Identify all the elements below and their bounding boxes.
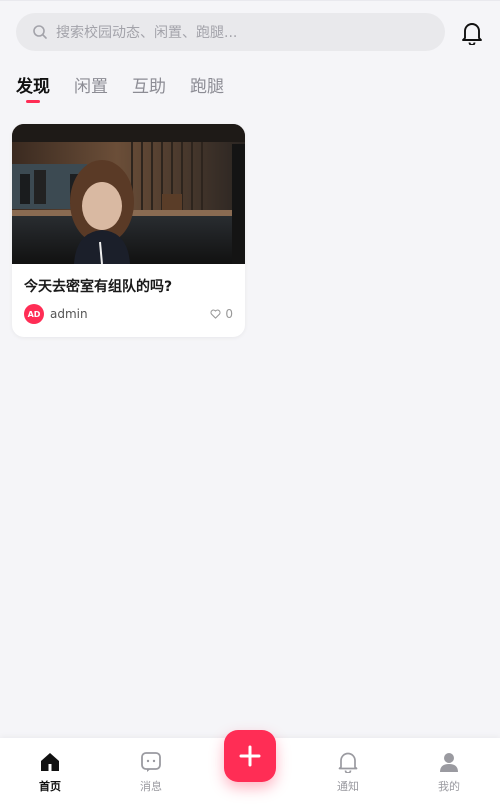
post-image[interactable] xyxy=(12,124,245,264)
heart-icon xyxy=(210,309,221,319)
post-card[interactable]: 今天去密室有组队的吗? AD admin 0 xyxy=(12,124,245,337)
search-bar[interactable]: 搜索校园动态、闲置、跑腿... xyxy=(16,13,445,51)
search-icon xyxy=(32,24,48,40)
bell-icon xyxy=(461,21,483,45)
avatar[interactable]: AD xyxy=(24,304,44,324)
tab-label: 闲置 xyxy=(74,77,108,97)
top-divider xyxy=(0,0,500,1)
plus-icon xyxy=(239,745,261,767)
like-count: 0 xyxy=(225,307,233,321)
tab-discover[interactable]: 发现 xyxy=(16,72,50,103)
nav-label: 首页 xyxy=(39,780,61,793)
nav-profile[interactable]: 我的 xyxy=(419,750,479,794)
search-placeholder: 搜索校园动态、闲置、跑腿... xyxy=(56,25,238,41)
user-icon xyxy=(438,750,460,774)
home-icon xyxy=(39,750,61,774)
tab-label: 跑腿 xyxy=(190,77,224,97)
category-tabs: 发现 闲置 互助 跑腿 xyxy=(16,72,248,103)
like-button[interactable]: 0 xyxy=(210,307,233,321)
tab-active-indicator xyxy=(26,100,40,103)
tab-secondhand[interactable]: 闲置 xyxy=(74,72,108,97)
message-icon xyxy=(140,750,162,774)
tab-mutual-help[interactable]: 互助 xyxy=(132,72,166,97)
tab-label: 发现 xyxy=(16,77,50,97)
tab-label: 互助 xyxy=(132,77,166,97)
tab-errands[interactable]: 跑腿 xyxy=(190,72,224,97)
post-footer: AD admin 0 xyxy=(24,304,233,324)
nav-label: 消息 xyxy=(140,780,162,793)
nav-messages[interactable]: 消息 xyxy=(121,750,181,794)
nav-notifications[interactable]: 通知 xyxy=(318,750,378,794)
nav-home[interactable]: 首页 xyxy=(20,750,80,794)
author-name[interactable]: admin xyxy=(50,307,88,321)
post-title: 今天去密室有组队的吗? xyxy=(24,279,173,295)
notification-button[interactable] xyxy=(460,20,484,46)
nav-label: 通知 xyxy=(337,780,359,793)
nav-label: 我的 xyxy=(438,780,460,793)
bell-icon xyxy=(337,750,359,774)
create-post-button[interactable] xyxy=(224,730,276,782)
